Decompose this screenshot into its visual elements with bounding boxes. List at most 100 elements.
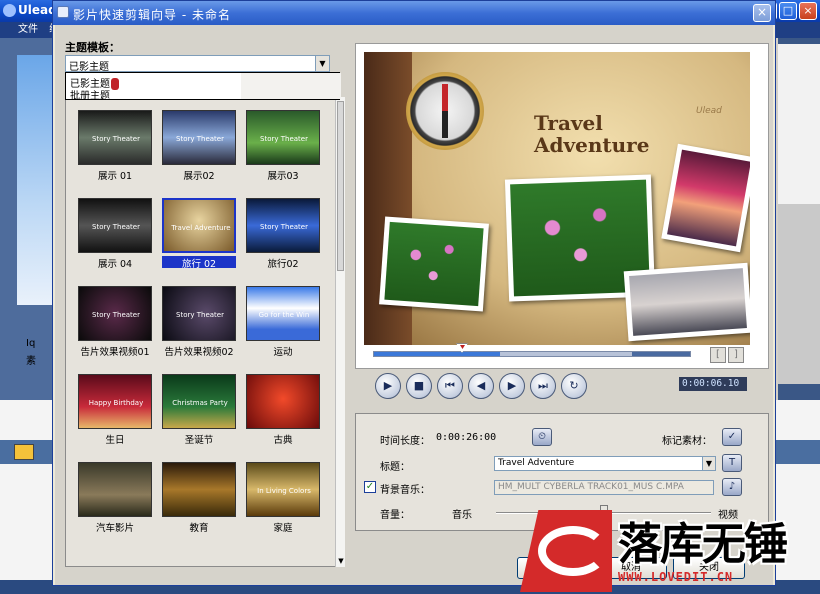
- theme-option-2[interactable]: 批册主题: [70, 87, 110, 102]
- theme-thumbnail-label: 告片效果视频02: [164, 347, 234, 356]
- duration-label: 时间长度：: [380, 436, 430, 447]
- theme-thumbnail-label: 展示02: [183, 171, 215, 180]
- duration-clock-icon[interactable]: ⏲: [532, 428, 552, 446]
- preview-watermark: Ulead: [696, 106, 722, 116]
- theme-thumbnail-image: [78, 462, 152, 517]
- theme-thumbnail[interactable]: Travel Adventure 旅行 02: [162, 198, 236, 272]
- mark-clip-icon[interactable]: ✓: [722, 428, 742, 446]
- theme-thumbnail[interactable]: Story Theater 旅行02: [246, 198, 320, 272]
- theme-thumbnail-caption: Story Theater: [176, 135, 224, 143]
- theme-thumbnail-caption: Story Theater: [260, 135, 308, 143]
- theme-thumbnail-caption: Story Theater: [92, 311, 140, 319]
- theme-thumbnail-caption: Christmas Party: [172, 399, 228, 407]
- theme-thumbnail-label: 运动: [273, 347, 293, 356]
- bgm-checkbox[interactable]: ✓: [364, 481, 376, 493]
- bg-right-options: [778, 204, 820, 384]
- theme-thumbnail[interactable]: In Living Colors 家庭: [246, 462, 320, 536]
- prev-frame-icon: ◀: [476, 379, 486, 392]
- theme-thumbnail-label: 旅行 02: [162, 256, 236, 268]
- preview-frame: Travel Adventure Ulead: [355, 43, 769, 369]
- photo-sunset: [661, 143, 750, 253]
- music-settings-icon[interactable]: ♪: [722, 478, 742, 496]
- scrollbar-thumb[interactable]: [337, 101, 344, 271]
- title-label: 标题：: [380, 462, 410, 473]
- bg-close-button[interactable]: ×: [799, 2, 817, 20]
- theme-thumbnail-image: [246, 374, 320, 429]
- theme-thumbnail[interactable]: Happy Birthday 生日: [78, 374, 152, 448]
- theme-thumbnail-caption: Story Theater: [176, 311, 224, 319]
- compass-icon: [406, 72, 484, 150]
- photo-mountains: [623, 262, 750, 342]
- text-edit-icon[interactable]: T: [722, 454, 742, 472]
- skip-start-icon: ⏮: [445, 379, 455, 392]
- bg-left-label-2: 素: [26, 356, 36, 367]
- bg-app-title: Ulead: [18, 3, 57, 17]
- bg-menu-file[interactable]: 文件: [18, 24, 38, 35]
- bg-maximize-button[interactable]: □: [779, 2, 797, 20]
- movie-wizard-dialog: 影片快速剪辑向导 - 未命名 × 主题模板： 已影主题 ▼ Story Thea…: [52, 0, 776, 586]
- mouse-cursor-icon: [111, 78, 119, 90]
- theme-thumbnail[interactable]: Story Theater 展示 04: [78, 198, 152, 272]
- dialog-title: 影片快速剪辑向导 - 未命名: [73, 8, 231, 22]
- theme-thumbnail-caption: Happy Birthday: [88, 399, 144, 407]
- progress-range: [632, 352, 690, 356]
- dialog-app-icon: [57, 6, 69, 18]
- play-button[interactable]: ▶: [375, 373, 401, 399]
- preview-title-line1: Travel: [534, 111, 603, 135]
- transport-controls: ▶ ■ ⏮ ◀ ▶ ⏭ ↻: [375, 373, 587, 399]
- thumbnail-scrollbar[interactable]: ▼: [335, 97, 345, 567]
- theme-thumbnail-label: 生日: [105, 435, 125, 444]
- theme-thumbnail-image: [162, 462, 236, 517]
- theme-thumbnail[interactable]: Story Theater 展示02: [162, 110, 236, 184]
- theme-thumbnail[interactable]: Christmas Party 圣诞节: [162, 374, 236, 448]
- chevron-down-icon[interactable]: ▼: [315, 56, 329, 71]
- theme-thumbnail[interactable]: 古典: [246, 374, 320, 448]
- theme-thumbnail-caption: Story Theater: [92, 223, 140, 231]
- chevron-down-icon[interactable]: ▼: [702, 456, 716, 471]
- theme-thumbnail[interactable]: 教育: [162, 462, 236, 536]
- volume-label: 音量：: [380, 510, 410, 521]
- theme-template-select[interactable]: 已影主题 ▼: [65, 55, 330, 73]
- bgm-file-field[interactable]: HM_MULT CYBERLA TRACK01_MUS C.MPA: [494, 480, 714, 495]
- repeat-icon: ↻: [569, 379, 579, 392]
- theme-thumbnail-label: 旅行02: [267, 259, 299, 268]
- mark-in-button[interactable]: [: [710, 347, 726, 363]
- dialog-close-button[interactable]: ×: [753, 4, 771, 22]
- theme-thumbnail-caption: Story Theater: [260, 223, 308, 231]
- next-frame-icon: ▶: [507, 379, 517, 392]
- theme-thumbnail-image: Story Theater: [78, 198, 152, 253]
- title-select[interactable]: Travel Adventure: [494, 456, 704, 471]
- theme-thumbnail[interactable]: Story Theater 告片效果视频02: [162, 286, 236, 360]
- preview-progress-slider[interactable]: [373, 343, 691, 357]
- theme-thumbnail[interactable]: Go for the Win 运动: [246, 286, 320, 360]
- duration-value[interactable]: 0:00:26:00: [436, 432, 496, 443]
- home-button[interactable]: ⏮: [437, 373, 463, 399]
- preview-window[interactable]: Travel Adventure Ulead: [364, 52, 750, 345]
- stop-button[interactable]: ■: [406, 373, 432, 399]
- theme-thumbnail-image: Travel Adventure: [162, 198, 236, 253]
- theme-thumbnail[interactable]: Story Theater 告片效果视频01: [78, 286, 152, 360]
- theme-thumbnail[interactable]: 汽车影片: [78, 462, 152, 536]
- site-watermark: 落库无锤 WWW.LOVEDIT.CN: [520, 500, 820, 594]
- bgm-label: 背景音乐：: [380, 485, 430, 496]
- previous-frame-button[interactable]: ◀: [468, 373, 494, 399]
- scroll-down-icon[interactable]: ▼: [336, 557, 346, 567]
- theme-thumbnail[interactable]: Story Theater 展示03: [246, 110, 320, 184]
- theme-thumbnail-label: 教育: [189, 523, 209, 532]
- theme-thumbnail-label: 古典: [273, 435, 293, 444]
- theme-thumbnail-image: Story Theater: [78, 110, 152, 165]
- theme-thumbnail[interactable]: Story Theater 展示 01: [78, 110, 152, 184]
- watermark-url: WWW.LOVEDIT.CN: [618, 570, 734, 584]
- next-frame-button[interactable]: ▶: [499, 373, 525, 399]
- bg-right-library: [778, 44, 820, 204]
- mark-out-button[interactable]: ]: [728, 347, 744, 363]
- watermark-text: 落库无锤: [618, 519, 788, 570]
- theme-thumbnail-image: Story Theater: [78, 286, 152, 341]
- end-button[interactable]: ⏭: [530, 373, 556, 399]
- photo-lotus-small: [379, 216, 489, 312]
- stop-icon: ■: [413, 379, 425, 392]
- repeat-button[interactable]: ↻: [561, 373, 587, 399]
- bg-storyboard-icon[interactable]: [14, 444, 34, 460]
- mark-clip-label: 标记素材：: [662, 436, 712, 447]
- timecode-display[interactable]: 0:00:06.10: [679, 377, 747, 391]
